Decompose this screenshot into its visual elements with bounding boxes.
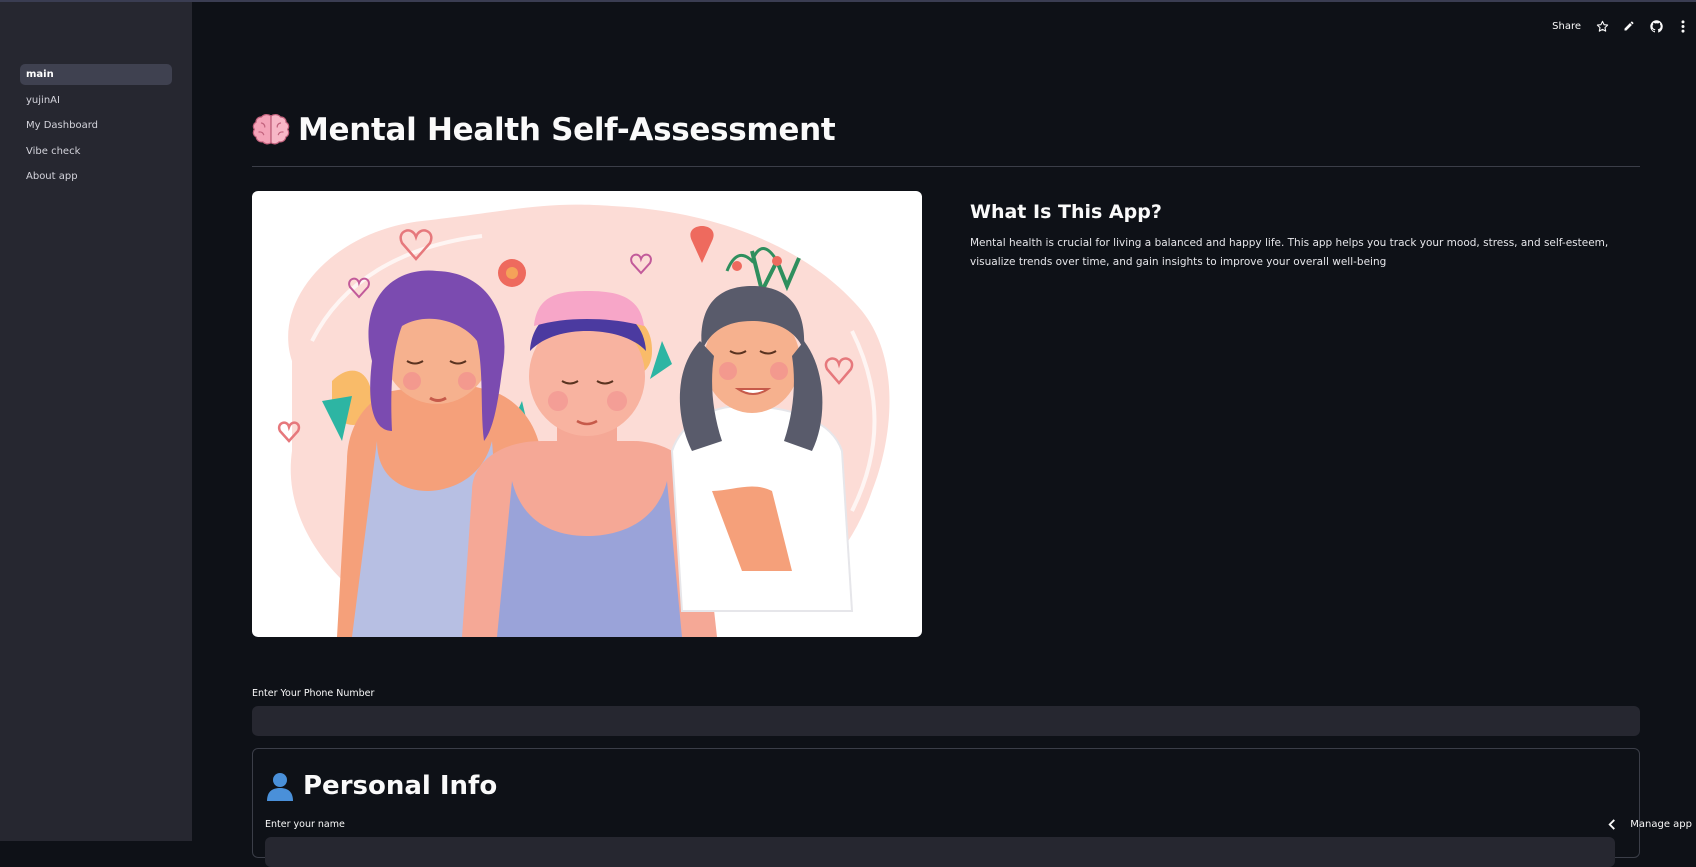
brain-icon	[252, 113, 290, 147]
sidebar-nav: main yujinAI My Dashboard Vibe check Abo…	[20, 64, 172, 192]
person-icon	[265, 771, 295, 801]
sidebar-item-yujinai[interactable]: yujinAI	[20, 90, 172, 111]
sidebar-item-main[interactable]: main	[20, 64, 172, 85]
sidebar-item-vibe-check[interactable]: Vibe check	[20, 141, 172, 162]
name-label: Enter your name	[265, 819, 345, 830]
pencil-icon[interactable]	[1622, 19, 1636, 33]
star-icon[interactable]	[1595, 19, 1609, 33]
github-icon[interactable]	[1649, 19, 1663, 33]
about-section: What Is This App? Mental health is cruci…	[970, 196, 1640, 272]
manage-app-label: Manage app	[1630, 819, 1692, 830]
manage-app-button[interactable]: Manage app	[1608, 819, 1692, 830]
page-title-text: Mental Health Self-Assessment	[298, 111, 836, 148]
hero-illustration	[252, 191, 922, 637]
about-heading: What Is This App?	[970, 201, 1162, 223]
phone-label: Enter Your Phone Number	[252, 688, 375, 699]
chevron-left-icon	[1608, 819, 1616, 830]
sidebar-item-my-dashboard[interactable]: My Dashboard	[20, 115, 172, 136]
top-toolbar: Share	[1552, 17, 1696, 35]
personal-info-heading-text: Personal Info	[303, 771, 498, 801]
title-divider	[252, 166, 1640, 167]
sidebar: main yujinAI My Dashboard Vibe check Abo…	[0, 2, 192, 841]
name-input[interactable]	[265, 837, 1615, 867]
share-button[interactable]: Share	[1552, 21, 1581, 32]
phone-input[interactable]	[252, 706, 1640, 736]
sidebar-item-about-app[interactable]: About app	[20, 166, 172, 187]
page-title: Mental Health Self-Assessment	[252, 105, 836, 155]
personal-info-card: Personal Info Enter your name	[252, 748, 1640, 867]
top-accent-line	[0, 0, 1696, 2]
more-vertical-icon[interactable]	[1676, 19, 1690, 33]
personal-info-heading: Personal Info	[265, 767, 497, 805]
about-body: Mental health is crucial for living a ba…	[970, 237, 1609, 268]
